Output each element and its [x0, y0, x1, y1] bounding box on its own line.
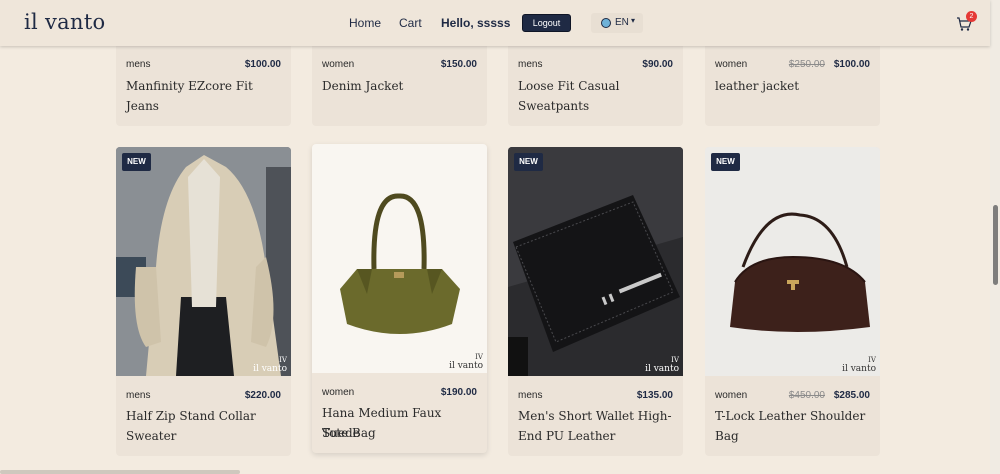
new-badge: NEW: [122, 153, 151, 171]
product-image[interactable]: NEW IV il vanto: [116, 147, 291, 376]
product-meta: women $450.00 $285.00: [715, 390, 870, 404]
horizontal-scrollbar-thumb[interactable]: [0, 470, 240, 474]
product-image[interactable]: IV il vanto: [312, 144, 487, 373]
product-price: $100.00: [244, 59, 281, 70]
product-name[interactable]: Manfinity EZcore Fit Jeans: [126, 76, 281, 116]
product-meta: women $190.00: [322, 387, 477, 401]
language-selector[interactable]: EN ▾: [591, 13, 643, 33]
product-price: $190.00: [440, 387, 477, 398]
navbar: il vanto Home Cart Hello, sssss Logout E…: [0, 0, 990, 46]
product-card[interactable]: mens $100.00 Manfinity EZcore Fit Jeans: [116, 40, 291, 126]
shoulder-bag-photo: [705, 147, 880, 376]
brand-watermark: IV il vanto: [449, 353, 483, 371]
product-meta: women $150.00: [322, 59, 477, 73]
new-badge: NEW: [514, 153, 543, 171]
product-category: mens: [126, 390, 151, 401]
product-old-price: $250.00: [788, 59, 825, 70]
new-badge: NEW: [711, 153, 740, 171]
cart-count-badge: 2: [966, 11, 977, 22]
brand-watermark: IV il vanto: [253, 356, 287, 374]
product-image[interactable]: NEW IV il vanto: [705, 147, 880, 376]
product-card[interactable]: IV il vanto women $190.00 Hana Medium Fa…: [312, 144, 487, 453]
product-category: women: [322, 387, 355, 398]
product-card[interactable]: women $150.00 Denim Jacket: [312, 40, 487, 126]
product-name[interactable]: T-Lock Leather Shoulder: [715, 406, 870, 426]
product-price: $285.00: [833, 390, 870, 401]
product-meta: mens $220.00: [126, 390, 281, 404]
product-name[interactable]: Sweatpants: [518, 96, 673, 116]
product-image[interactable]: NEW IV il vanto: [508, 147, 683, 376]
tote-bag-photo: [312, 144, 487, 373]
chevron-down-icon: ▾: [631, 16, 636, 25]
wallet-photo: [508, 147, 683, 376]
product-category: mens: [518, 390, 543, 401]
user-greeting: Hello, sssss: [441, 16, 511, 30]
product-meta: mens $135.00: [518, 390, 673, 404]
product-name[interactable]: Sweater: [126, 426, 281, 446]
product-card[interactable]: mens $90.00 Loose Fit Casual Sweatpants: [508, 40, 683, 126]
vertical-scrollbar[interactable]: [990, 0, 1000, 474]
product-name[interactable]: Denim Jacket: [322, 76, 477, 96]
globe-icon: [601, 18, 611, 28]
product-old-price: $450.00: [788, 390, 825, 401]
logout-button[interactable]: Logout: [522, 14, 571, 32]
product-category: mens: [126, 59, 151, 70]
product-category: women: [322, 59, 355, 70]
brand-watermark: IV il vanto: [645, 356, 679, 374]
product-card[interactable]: NEW IV il vanto mens $135.00 Men's Short…: [508, 147, 683, 456]
product-name[interactable]: Bag: [715, 426, 870, 446]
sweater-photo: [116, 147, 291, 376]
product-price: $100.00: [833, 59, 870, 70]
product-card[interactable]: NEW IV il vanto mens $220.00 Half Zip St…: [116, 147, 291, 456]
brand-watermark: IV il vanto: [842, 356, 876, 374]
product-card[interactable]: women $250.00 $100.00 leather jacket: [705, 40, 880, 126]
product-price: $220.00: [244, 390, 281, 401]
product-category: mens: [518, 59, 543, 70]
product-card[interactable]: NEW IV il vanto women $450.00 $285.00 T-…: [705, 147, 880, 456]
product-meta: women $250.00 $100.00: [715, 59, 870, 73]
product-category: women: [715, 390, 748, 401]
nav-home-link[interactable]: Home: [349, 16, 381, 30]
product-category: women: [715, 59, 748, 70]
product-name[interactable]: Tote Bag: [322, 423, 477, 443]
scrollbar-thumb[interactable]: [993, 205, 998, 285]
product-meta: mens $100.00: [126, 59, 281, 73]
brand-logo[interactable]: il vanto: [24, 10, 106, 34]
product-name[interactable]: Men's Short Wallet High-: [518, 406, 673, 426]
product-price: $150.00: [440, 59, 477, 70]
product-name[interactable]: End PU Leather: [518, 426, 673, 446]
product-price: $135.00: [636, 390, 673, 401]
nav-cart-link[interactable]: Cart: [399, 16, 422, 30]
product-meta: mens $90.00: [518, 59, 673, 73]
product-name[interactable]: Half Zip Stand Collar: [126, 406, 281, 426]
product-name[interactable]: leather jacket: [715, 76, 870, 96]
language-code: EN: [615, 17, 629, 28]
product-price: $90.00: [642, 59, 673, 70]
product-name[interactable]: Loose Fit Casual: [518, 76, 673, 96]
